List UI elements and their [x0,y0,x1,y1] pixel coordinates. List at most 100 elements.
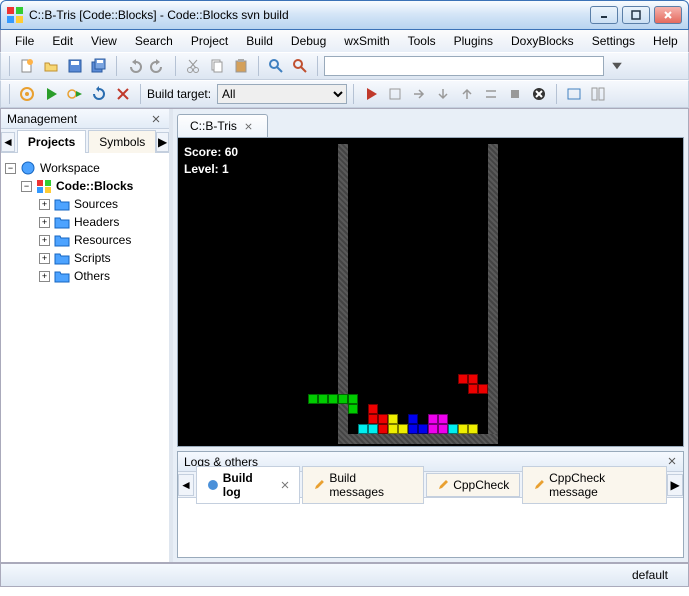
log-tab-build-messages[interactable]: Build messages [302,466,424,504]
menu-plugins[interactable]: Plugins [446,32,501,50]
tetris-well [338,144,498,444]
abort-button[interactable] [112,83,134,105]
find-button[interactable] [265,55,287,77]
tree-folder-others[interactable]: + Others [5,267,165,285]
info-button[interactable] [587,83,609,105]
tree-label[interactable]: Code::Blocks [56,179,133,193]
logs-tabs: ◄ Build log Build messages CppCheck CppC… [178,472,683,498]
logs-scroll-left[interactable]: ◄ [178,474,194,496]
run-to-cursor-button[interactable] [384,83,406,105]
tree-label[interactable]: Resources [74,233,131,247]
debug-windows-button[interactable] [563,83,585,105]
tab-projects[interactable]: Projects [17,130,86,153]
tabs-scroll-left[interactable]: ◄ [1,132,15,152]
menu-edit[interactable]: Edit [44,32,81,50]
tree-folder-sources[interactable]: + Sources [5,195,165,213]
minimize-button[interactable] [590,6,618,24]
replace-button[interactable] [289,55,311,77]
collapse-icon[interactable]: − [21,181,32,192]
close-button[interactable] [654,6,682,24]
tree-label[interactable]: Scripts [74,251,111,265]
menu-wxsmith[interactable]: wxSmith [336,32,397,50]
build-target-select[interactable]: All [217,84,347,104]
logs-close-button[interactable] [667,455,677,469]
redo-button[interactable] [147,55,169,77]
log-tab-cppcheck[interactable]: CppCheck [426,473,520,497]
expand-icon[interactable]: + [39,253,50,264]
open-button[interactable] [40,55,62,77]
tree-label[interactable]: Workspace [40,161,100,175]
title-bar: C::B-Tris [Code::Blocks] - Code::Blocks … [0,0,689,30]
save-all-button[interactable] [88,55,110,77]
tabs-scroll-right[interactable]: ▶ [156,132,169,152]
log-tab-build-log[interactable]: Build log [196,466,301,504]
editor-tab-close-button[interactable] [243,120,255,132]
log-content[interactable] [178,498,683,550]
run-button[interactable] [40,83,62,105]
editor-area: C::B-Tris Score: 60 Level: 1 [173,109,688,562]
menu-settings[interactable]: Settings [584,32,643,50]
build-run-button[interactable] [64,83,86,105]
pencil-icon [313,479,325,491]
expand-icon[interactable]: + [39,217,50,228]
main-toolbar [0,52,689,80]
expand-icon[interactable]: + [39,199,50,210]
folder-icon [54,197,70,211]
menu-doxyblocks[interactable]: DoxyBlocks [503,32,582,50]
cut-button[interactable] [182,55,204,77]
tree-folder-resources[interactable]: + Resources [5,231,165,249]
game-hud: Score: 60 Level: 1 [184,144,238,178]
collapse-icon[interactable]: − [5,163,16,174]
editor-tabs: C::B-Tris [173,109,688,137]
folder-icon [54,269,70,283]
step-out-button[interactable] [456,83,478,105]
project-tree[interactable]: − Workspace − Code::Blocks + Sources + H… [1,153,169,562]
menu-search[interactable]: Search [127,32,181,50]
menu-tools[interactable]: Tools [400,32,444,50]
step-into-button[interactable] [432,83,454,105]
undo-button[interactable] [123,55,145,77]
management-close-button[interactable] [149,112,163,126]
tree-folder-scripts[interactable]: + Scripts [5,249,165,267]
window-title: C::B-Tris [Code::Blocks] - Code::Blocks … [29,8,590,22]
tree-workspace[interactable]: − Workspace [5,159,165,177]
copy-button[interactable] [206,55,228,77]
tree-label[interactable]: Others [74,269,110,283]
rebuild-button[interactable] [88,83,110,105]
tree-folder-headers[interactable]: + Headers [5,213,165,231]
build-toolbar: Build target: All [0,80,689,108]
expand-icon[interactable]: + [39,271,50,282]
tree-project[interactable]: − Code::Blocks [5,177,165,195]
new-file-button[interactable] [16,55,38,77]
menu-build[interactable]: Build [238,32,281,50]
log-tab-cppcheck-message[interactable]: CppCheck message [522,466,667,504]
maximize-button[interactable] [622,6,650,24]
save-button[interactable] [64,55,86,77]
stop-debugger-button[interactable] [528,83,550,105]
paste-button[interactable] [230,55,252,77]
tree-label[interactable]: Headers [74,215,119,229]
menu-debug[interactable]: Debug [283,32,334,50]
expand-icon[interactable]: + [39,235,50,246]
menu-file[interactable]: File [7,32,42,50]
menu-project[interactable]: Project [183,32,236,50]
pencil-icon [533,479,545,491]
tab-symbols[interactable]: Symbols [88,130,156,153]
log-tab-close-button[interactable] [281,478,289,492]
next-instruction-button[interactable] [480,83,502,105]
menu-help[interactable]: Help [645,32,686,50]
next-line-button[interactable] [408,83,430,105]
build-button[interactable] [16,83,38,105]
menu-view[interactable]: View [83,32,125,50]
gear-icon [207,479,219,491]
logs-scroll-right[interactable]: ▶ [667,474,683,496]
search-input[interactable] [324,56,604,76]
workspace-icon [20,161,36,175]
game-view[interactable]: Score: 60 Level: 1 [177,137,684,447]
search-dropdown-button[interactable] [606,55,628,77]
folder-icon [54,233,70,247]
tree-label[interactable]: Sources [74,197,118,211]
editor-tab-cbtris[interactable]: C::B-Tris [177,114,268,137]
break-button[interactable] [504,83,526,105]
debug-start-button[interactable] [360,83,382,105]
